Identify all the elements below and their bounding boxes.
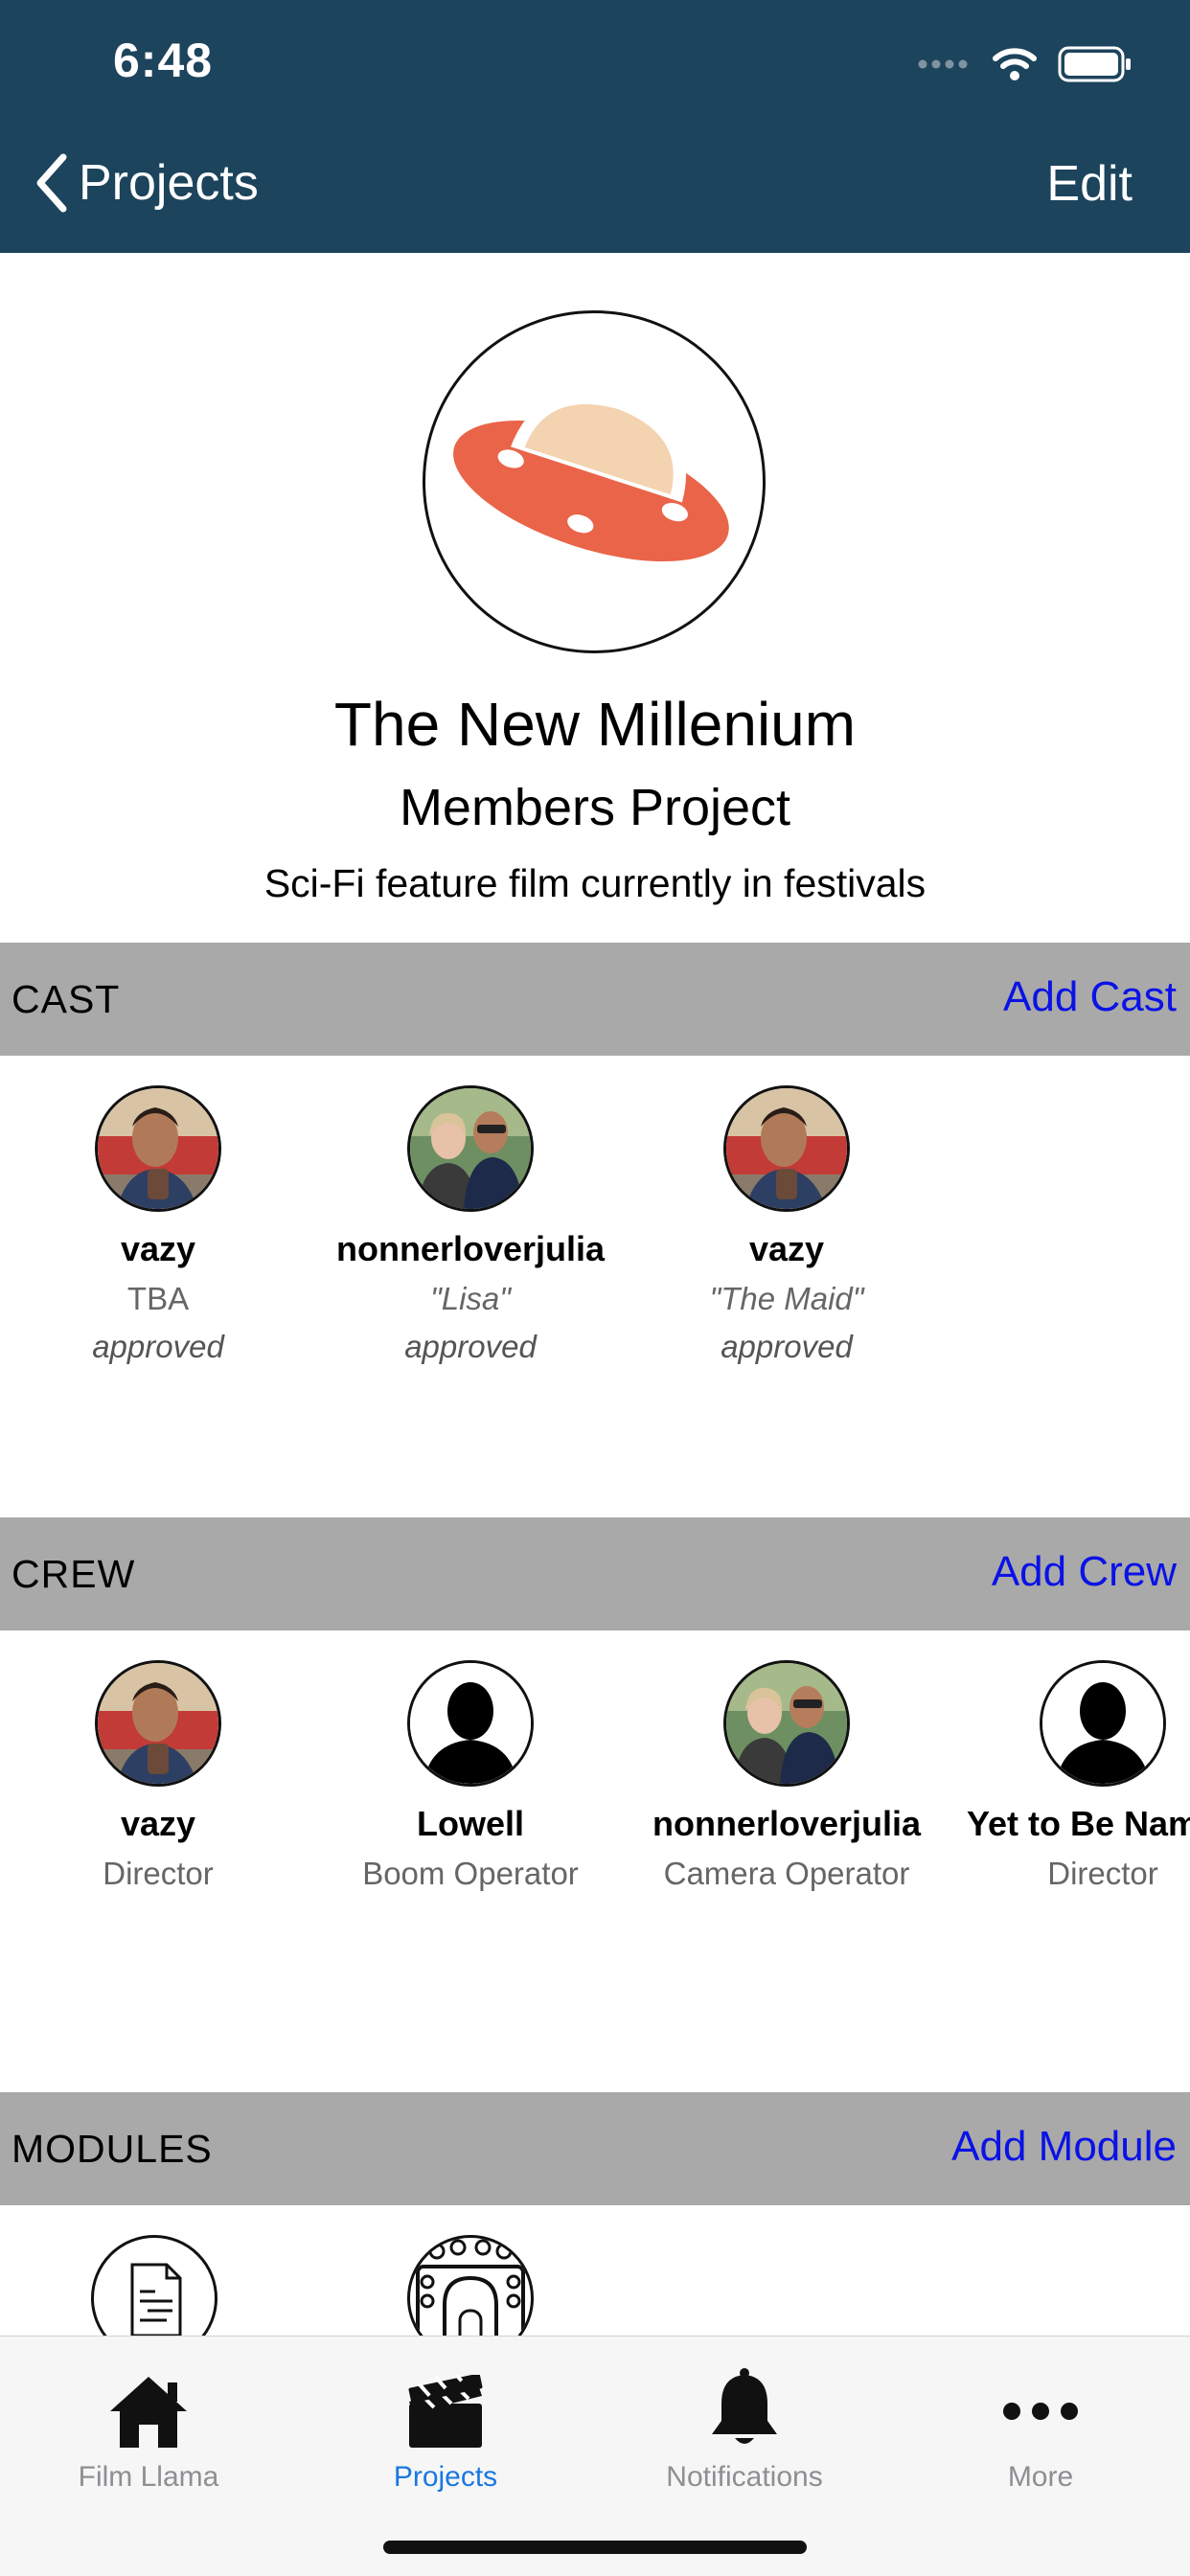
add-cast-button[interactable]: Add Cast [1003,973,1177,1021]
member-role: Director [1047,1856,1158,1891]
member-role: Boom Operator [362,1856,579,1891]
modules-section-header: MODULES Add Module [0,2092,1190,2205]
couple-photo [410,1088,531,1209]
member-name: nonnerloverjulia [335,1229,606,1268]
tab-film-llama[interactable]: Film Llama [34,2354,263,2494]
man-selfie-photo [726,1088,847,1209]
clapperboard-icon [408,2375,483,2448]
member-name: vazy [120,1229,196,1268]
member-role: Camera Operator [663,1856,910,1891]
member-role: TBA [126,1281,190,1316]
member-status: approved [721,1329,853,1364]
avatar [723,1660,850,1787]
ufo-icon [453,391,729,562]
home-icon [110,2377,187,2448]
back-button[interactable]: Projects [34,153,259,213]
signal-icon [918,59,968,69]
battery-icon [1058,46,1131,82]
cast-member[interactable]: vazy "The Maid" approved [629,1085,945,1365]
add-crew-button[interactable]: Add Crew [992,1548,1177,1596]
bell-icon [712,2368,777,2444]
member-status: approved [404,1329,537,1364]
back-label: Projects [79,155,259,211]
tab-label: Notifications [666,2461,823,2493]
more-icon [1003,2403,1078,2420]
member-name: Lowell [416,1804,524,1843]
navigation-header: 6:48 Projects Edit [0,0,1190,253]
tab-label: Film Llama [78,2461,219,2493]
member-name: Yet to Be Named [966,1804,1190,1843]
crew-member[interactable]: Yet to Be Named Director [945,1660,1190,1892]
crew-section-header: CREW Add Crew [0,1517,1190,1630]
avatar [407,1660,534,1787]
chevron-left-icon [36,153,67,213]
wifi-icon [993,48,1037,80]
avatar [95,1085,221,1212]
crew-section-title: CREW [11,1552,136,1596]
tab-projects[interactable]: Projects [331,2354,561,2494]
couple-photo [726,1663,847,1784]
silhouette-icon [410,1663,531,1784]
avatar [407,1085,534,1212]
modules-section-title: MODULES [11,2127,213,2171]
member-role: "Lisa" [430,1281,511,1316]
project-header: The New Millenium Members Project Sci-Fi… [0,253,1190,943]
home-indicator[interactable] [383,2541,807,2554]
cast-section-title: CAST [11,977,121,1021]
project-subtitle: Members Project [399,779,791,836]
project-logo[interactable] [423,310,766,653]
cast-section-header: CAST Add Cast [0,943,1190,1056]
tab-notifications[interactable]: Notifications [629,2354,859,2494]
crew-member[interactable]: Lowell Boom Operator [312,1660,629,1892]
add-module-button[interactable]: Add Module [951,2123,1177,2171]
tab-more[interactable]: More [926,2354,1156,2494]
tab-label: More [1007,2461,1074,2493]
member-role: "The Maid" [709,1281,864,1316]
edit-button[interactable]: Edit [1046,155,1133,213]
cast-member[interactable]: nonnerloverjulia "Lisa" approved [312,1085,629,1365]
member-name: nonnerloverjulia [652,1804,922,1843]
avatar [95,1660,221,1787]
man-selfie-photo [98,1088,218,1209]
crew-member[interactable]: nonnerloverjulia Camera Operator [629,1660,945,1892]
member-name: vazy [120,1804,196,1843]
cast-member[interactable]: vazy TBA approved [0,1085,316,1365]
status-time: 6:48 [113,34,214,87]
crew-member[interactable]: vazy Director [0,1660,316,1892]
avatar [723,1085,850,1212]
project-description: Sci-Fi feature film currently in festiva… [263,861,927,905]
silhouette-icon [1042,1663,1163,1784]
member-status: approved [92,1329,224,1364]
man-selfie-photo [98,1663,218,1784]
member-name: vazy [748,1229,825,1268]
tab-label: Projects [393,2461,498,2493]
member-role: Director [103,1856,214,1891]
status-indicators [918,40,1133,88]
avatar [1040,1660,1166,1787]
project-title: The New Millenium [333,690,857,759]
